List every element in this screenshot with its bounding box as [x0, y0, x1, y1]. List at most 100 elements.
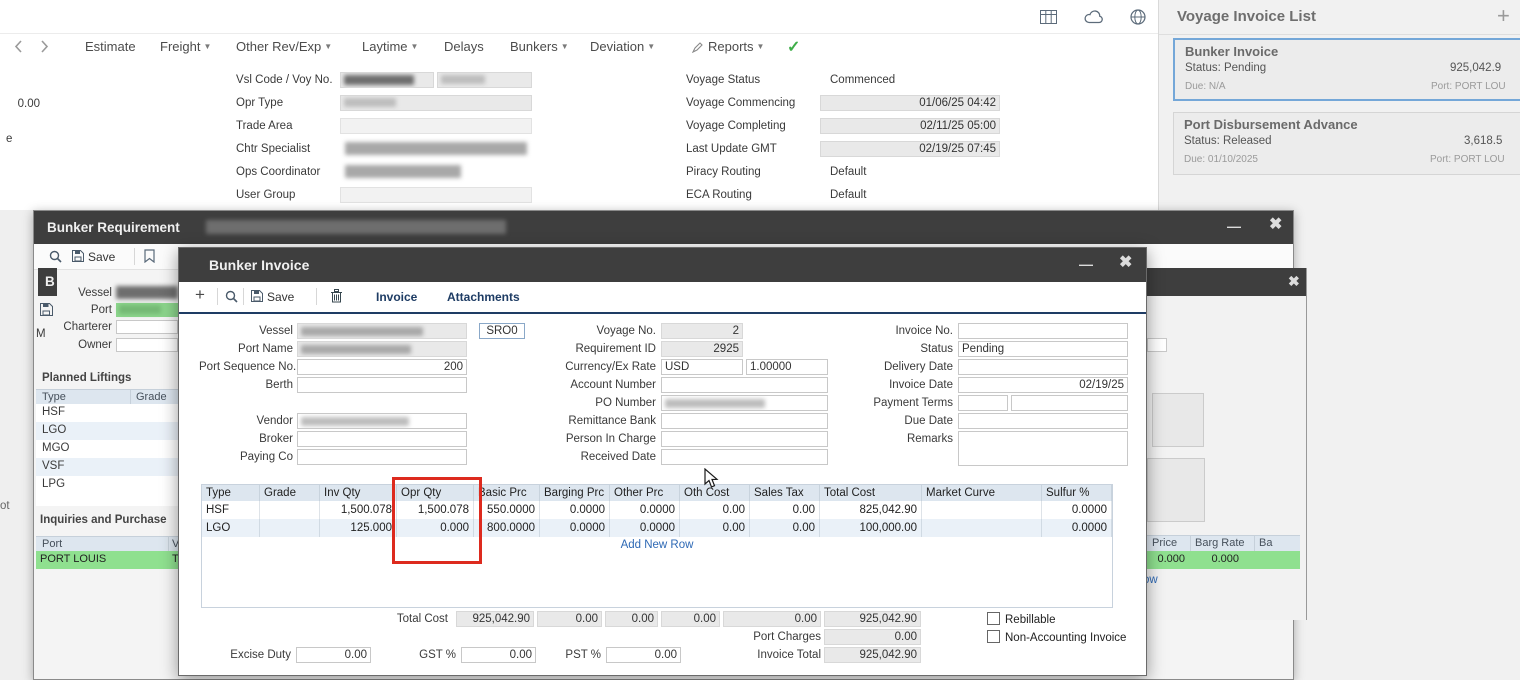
col-other-prc[interactable]: Other Prc: [610, 485, 680, 501]
voyage-completing-field[interactable]: 02/11/25 05:00: [820, 118, 1000, 134]
globe-icon[interactable]: [1130, 9, 1146, 25]
excise-duty-field[interactable]: 0.00: [296, 647, 371, 663]
charterer-field[interactable]: [116, 320, 178, 334]
menu-other-rev-exp[interactable]: Other Rev/Exp▼: [236, 39, 332, 54]
tab-attachments[interactable]: Attachments: [447, 290, 520, 304]
received-date-field[interactable]: [661, 449, 828, 465]
add-icon[interactable]: +: [195, 287, 205, 303]
voyage-no-field[interactable]: 2: [661, 323, 743, 339]
account-number-field[interactable]: [661, 377, 828, 393]
po-number-field[interactable]: [661, 395, 828, 411]
vendor-field[interactable]: [297, 413, 467, 429]
invoice-date-field[interactable]: 02/19/25: [958, 377, 1128, 393]
menu-laytime[interactable]: Laytime▼: [362, 39, 418, 54]
port-name-field[interactable]: [297, 341, 467, 357]
user-group-field[interactable]: [340, 187, 532, 203]
menu-freight[interactable]: Freight▼: [160, 39, 211, 54]
remarks-field[interactable]: [958, 431, 1128, 466]
minimize-button[interactable]: —: [1227, 219, 1241, 233]
checkbox-icon[interactable]: [987, 612, 1000, 625]
broker-field[interactable]: [297, 431, 467, 447]
menu-bunkers[interactable]: Bunkers▼: [510, 39, 569, 54]
trade-area-field[interactable]: [340, 118, 532, 134]
pst-field[interactable]: 0.00: [606, 647, 681, 663]
forward-chevron-icon[interactable]: [40, 40, 49, 53]
invoice-no-field[interactable]: [958, 323, 1128, 339]
vessel-field[interactable]: [297, 323, 467, 339]
search-icon[interactable]: [49, 250, 62, 263]
back-chevron-icon[interactable]: [14, 40, 23, 53]
inquiry-row-selected-right[interactable]: 0.000 0.000: [1147, 551, 1300, 569]
non-accounting-checkbox[interactable]: Non-Accounting Invoice: [987, 630, 1126, 644]
minimize-button[interactable]: —: [1079, 257, 1093, 271]
rebillable-checkbox[interactable]: Rebillable: [987, 612, 1056, 626]
table-row[interactable]: VSF: [36, 458, 178, 477]
bookmark-icon[interactable]: [144, 249, 155, 263]
vessel-code-badge[interactable]: SRO0: [479, 323, 525, 339]
menu-delays[interactable]: Delays: [444, 39, 484, 54]
due-date-field[interactable]: [958, 413, 1128, 429]
port-sequence-field[interactable]: 200: [297, 359, 467, 375]
delivery-date-field[interactable]: [958, 359, 1128, 375]
col-sulfur[interactable]: Sulfur %: [1042, 485, 1112, 501]
paying-co-field[interactable]: [297, 449, 467, 465]
cloud-icon[interactable]: [1084, 10, 1103, 24]
person-in-charge-field[interactable]: [661, 431, 828, 447]
col-type[interactable]: Type: [202, 485, 260, 501]
menu-estimate[interactable]: Estimate: [85, 39, 136, 54]
menu-reports[interactable]: Reports▼: [708, 39, 764, 54]
last-update-gmt-field[interactable]: 02/19/25 07:45: [820, 141, 1000, 157]
payment-terms-field-2[interactable]: [1011, 395, 1128, 411]
checkbox-icon[interactable]: [987, 630, 1000, 643]
table-row[interactable]: LGO: [36, 422, 178, 441]
label-vessel: Vessel: [56, 287, 112, 299]
table-row[interactable]: HSF: [36, 404, 178, 423]
table-icon[interactable]: [1040, 10, 1057, 24]
gst-field[interactable]: 0.00: [461, 647, 536, 663]
voy-no-field[interactable]: [437, 72, 532, 88]
invoice-card-bunker-invoice[interactable]: Bunker Invoice Status: Pending 925,042.9…: [1173, 38, 1520, 101]
tab-invoice[interactable]: Invoice: [376, 290, 417, 304]
owner-field[interactable]: [116, 338, 178, 352]
save-icon[interactable]: [251, 290, 263, 302]
search-icon[interactable]: [225, 290, 238, 303]
status-field[interactable]: Pending: [958, 341, 1128, 357]
inquiry-row-selected[interactable]: PORT LOUIS T: [36, 551, 178, 569]
save-icon[interactable]: [72, 250, 84, 262]
vessel-field[interactable]: [116, 286, 178, 299]
voyage-commencing-field[interactable]: 01/06/25 04:42: [820, 95, 1000, 111]
berth-field[interactable]: [297, 377, 467, 393]
requirement-id-field[interactable]: 2925: [661, 341, 743, 357]
add-new-row-link[interactable]: Add New Row: [202, 537, 1112, 553]
chtr-specialist-field[interactable]: [345, 142, 527, 155]
save-icon[interactable]: [40, 303, 53, 316]
remittance-bank-field[interactable]: [661, 413, 828, 429]
table-row[interactable]: LGO 125.000 0.000 800.0000 0.0000 0.0000…: [202, 519, 1112, 537]
close-icon[interactable]: ✖: [1288, 274, 1300, 288]
currency-field[interactable]: USD: [661, 359, 743, 375]
trash-icon[interactable]: [331, 289, 342, 303]
table-row[interactable]: LPG: [36, 476, 178, 495]
col-barging-prc[interactable]: Barging Prc: [540, 485, 610, 501]
payment-terms-field-1[interactable]: [958, 395, 1008, 411]
vsl-code-field[interactable]: [340, 72, 434, 88]
port-field[interactable]: [116, 303, 178, 317]
col-basic-prc[interactable]: Basic Prc: [474, 485, 540, 501]
ex-rate-field[interactable]: 1.00000: [746, 359, 828, 375]
add-invoice-button[interactable]: +: [1497, 3, 1510, 29]
col-grade[interactable]: Grade: [260, 485, 320, 501]
table-row[interactable]: HSF 1,500.078 1,500.078 550.0000 0.0000 …: [202, 501, 1112, 519]
ops-coordinator-field[interactable]: [345, 165, 461, 178]
col-total-cost[interactable]: Total Cost: [820, 485, 922, 501]
col-market-curve[interactable]: Market Curve: [922, 485, 1042, 501]
save-button[interactable]: Save: [88, 250, 115, 264]
close-icon[interactable]: ✖: [1119, 256, 1132, 270]
table-row[interactable]: MGO: [36, 440, 178, 459]
close-icon[interactable]: ✖: [1269, 218, 1282, 232]
menu-deviation[interactable]: Deviation▼: [590, 39, 655, 54]
save-button[interactable]: Save: [267, 290, 294, 304]
col-inv-qty[interactable]: Inv Qty: [320, 485, 397, 501]
invoice-card-port-disbursement[interactable]: Port Disbursement Advance Status: Releas…: [1173, 112, 1520, 175]
col-sales-tax[interactable]: Sales Tax: [750, 485, 820, 501]
opr-type-field[interactable]: [340, 95, 532, 111]
